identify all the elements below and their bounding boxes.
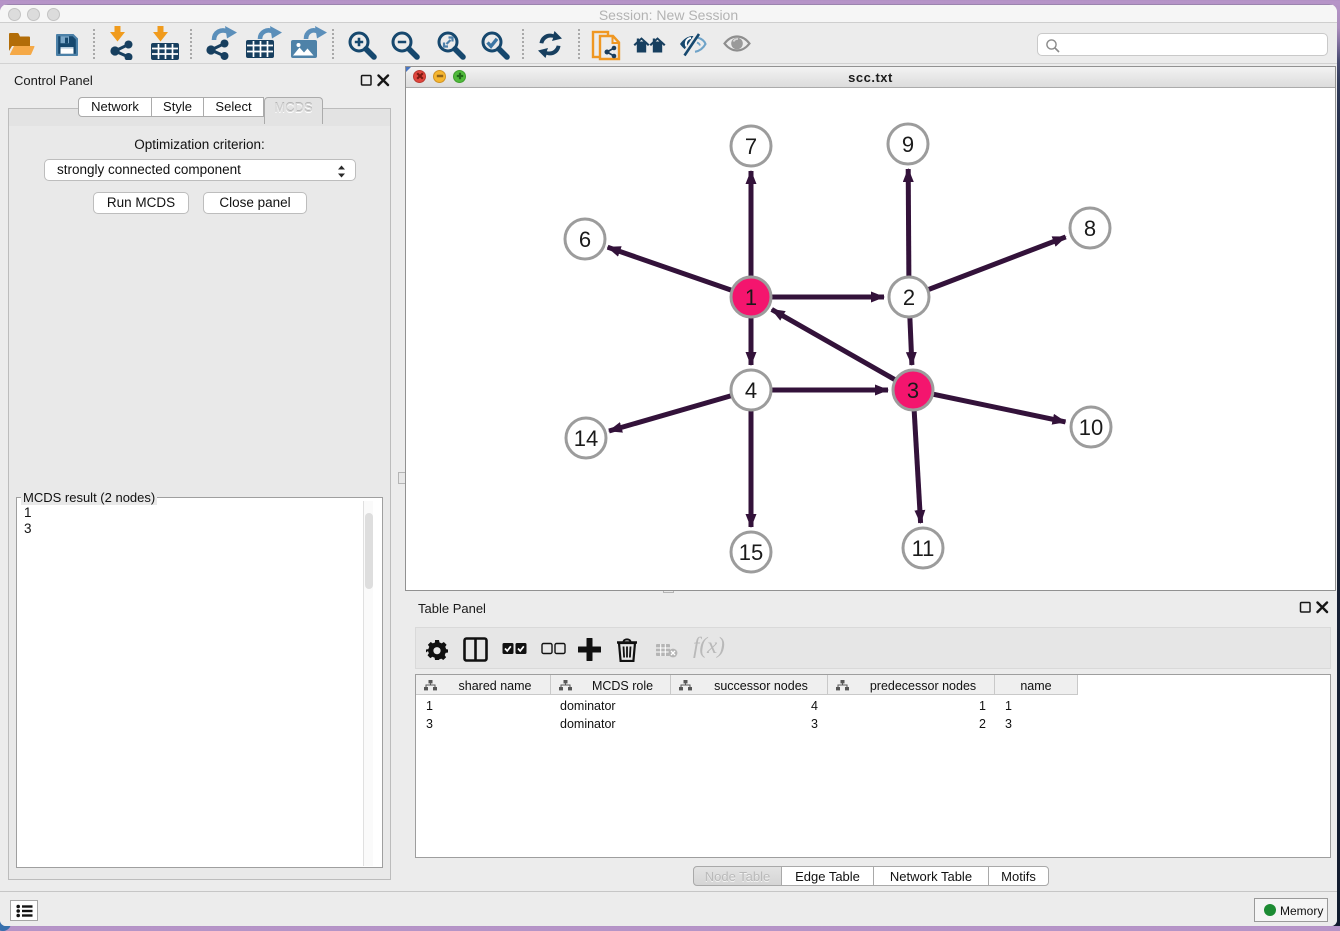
svg-text:9: 9 bbox=[902, 132, 914, 157]
svg-text:15: 15 bbox=[739, 540, 763, 565]
svg-text:6: 6 bbox=[579, 227, 591, 252]
svg-text:2: 2 bbox=[903, 285, 915, 310]
svg-text:10: 10 bbox=[1079, 415, 1103, 440]
svg-text:1: 1 bbox=[745, 285, 757, 310]
svg-text:11: 11 bbox=[912, 536, 935, 561]
svg-text:8: 8 bbox=[1084, 216, 1096, 241]
svg-text:14: 14 bbox=[574, 426, 598, 451]
svg-text:4: 4 bbox=[745, 378, 757, 403]
svg-text:7: 7 bbox=[745, 134, 757, 159]
svg-text:3: 3 bbox=[907, 378, 919, 403]
